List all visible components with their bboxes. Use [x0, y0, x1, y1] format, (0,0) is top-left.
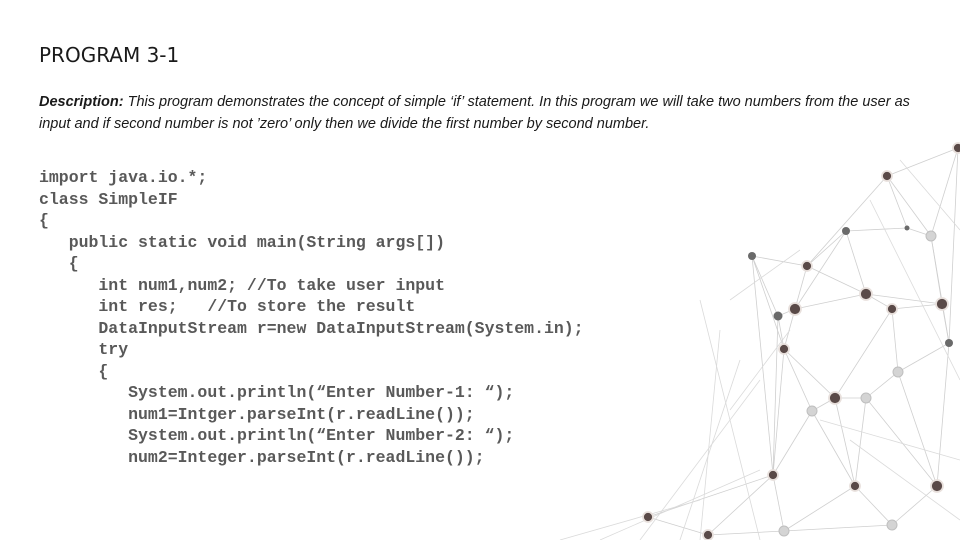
- description-text: This program demonstrates the concept of…: [39, 94, 910, 132]
- network-edge: [886, 147, 959, 177]
- code-line: import java.io.*;: [39, 168, 208, 187]
- network-node: [860, 392, 872, 404]
- network-edge: [806, 175, 888, 267]
- network-node: [886, 303, 898, 315]
- slide: PROGRAM 3-1 Description: This program de…: [0, 0, 960, 540]
- network-node: [859, 287, 873, 301]
- network-edge: [751, 255, 779, 317]
- network-edge: [639, 379, 761, 540]
- network-edge: [865, 371, 899, 399]
- network-edge: [772, 315, 779, 476]
- network-edge: [845, 230, 867, 295]
- network-edge: [865, 397, 938, 487]
- network-node: [925, 230, 937, 242]
- network-edge: [897, 371, 938, 487]
- network-edge: [849, 439, 960, 521]
- network-edge: [834, 308, 893, 399]
- network-edge: [854, 397, 867, 487]
- network-edge: [794, 293, 867, 310]
- network-edge: [865, 293, 943, 305]
- network-edge: [699, 329, 721, 540]
- network-edge: [891, 308, 899, 373]
- network-edge: [886, 175, 908, 229]
- network-edge: [854, 485, 893, 526]
- network-edge: [707, 530, 785, 536]
- network-node: [773, 311, 783, 321]
- code-line: {: [39, 361, 109, 381]
- code-line: {: [39, 211, 49, 230]
- code-line: int res; //To store the result: [39, 297, 416, 316]
- network-edge: [891, 303, 943, 310]
- network-edge: [751, 255, 774, 476]
- network-edge: [794, 230, 847, 310]
- network-node: [849, 480, 861, 492]
- network-node: [842, 227, 850, 235]
- network-edge: [845, 227, 908, 232]
- network-edge: [783, 485, 856, 532]
- network-edge: [783, 348, 836, 399]
- network-graphic: [559, 142, 960, 540]
- network-edge: [679, 359, 741, 540]
- network-node: [788, 302, 802, 316]
- network-edge: [948, 147, 959, 344]
- code-line: int num1,num2; //To take user input: [39, 275, 445, 295]
- network-edge: [834, 397, 856, 487]
- network-edge: [869, 199, 960, 381]
- network-edge: [559, 499, 701, 540]
- network-edge: [772, 410, 813, 476]
- network-edge: [811, 410, 856, 487]
- network-node: [828, 391, 842, 405]
- network-node: [748, 252, 756, 260]
- network-node: [806, 405, 818, 417]
- network-node: [930, 479, 944, 493]
- network-edge: [806, 265, 867, 295]
- network-edge: [936, 342, 950, 487]
- network-node: [952, 142, 960, 154]
- network-node: [935, 297, 949, 311]
- network-node: [892, 366, 904, 378]
- network-node: [702, 529, 714, 540]
- network-node: [778, 525, 790, 537]
- network-edge: [729, 249, 801, 301]
- network-edge: [772, 474, 785, 532]
- network-edge: [783, 348, 813, 412]
- network-node: [881, 170, 893, 182]
- network-node: [945, 339, 953, 347]
- network-edge: [647, 516, 709, 536]
- slide-title: PROGRAM 3-1: [39, 43, 180, 67]
- network-edge: [783, 524, 893, 532]
- network-node: [642, 511, 654, 523]
- code-line: class SimpleIF: [39, 189, 178, 209]
- network-node: [767, 469, 779, 481]
- network-edge: [891, 485, 938, 526]
- code-line: {: [39, 254, 79, 273]
- network-node: [801, 260, 813, 272]
- network-node: [886, 519, 898, 531]
- network-edge: [819, 419, 960, 461]
- network-edge: [599, 469, 761, 540]
- network-node: [904, 225, 910, 231]
- network-edge: [707, 474, 774, 536]
- code-line: try: [39, 340, 129, 359]
- code-line: public static void main(String args[]): [39, 232, 445, 252]
- network-edge: [897, 342, 950, 373]
- network-node: [778, 343, 790, 355]
- description: Description: This program demonstrates t…: [39, 91, 919, 135]
- description-label: Description:: [39, 94, 124, 110]
